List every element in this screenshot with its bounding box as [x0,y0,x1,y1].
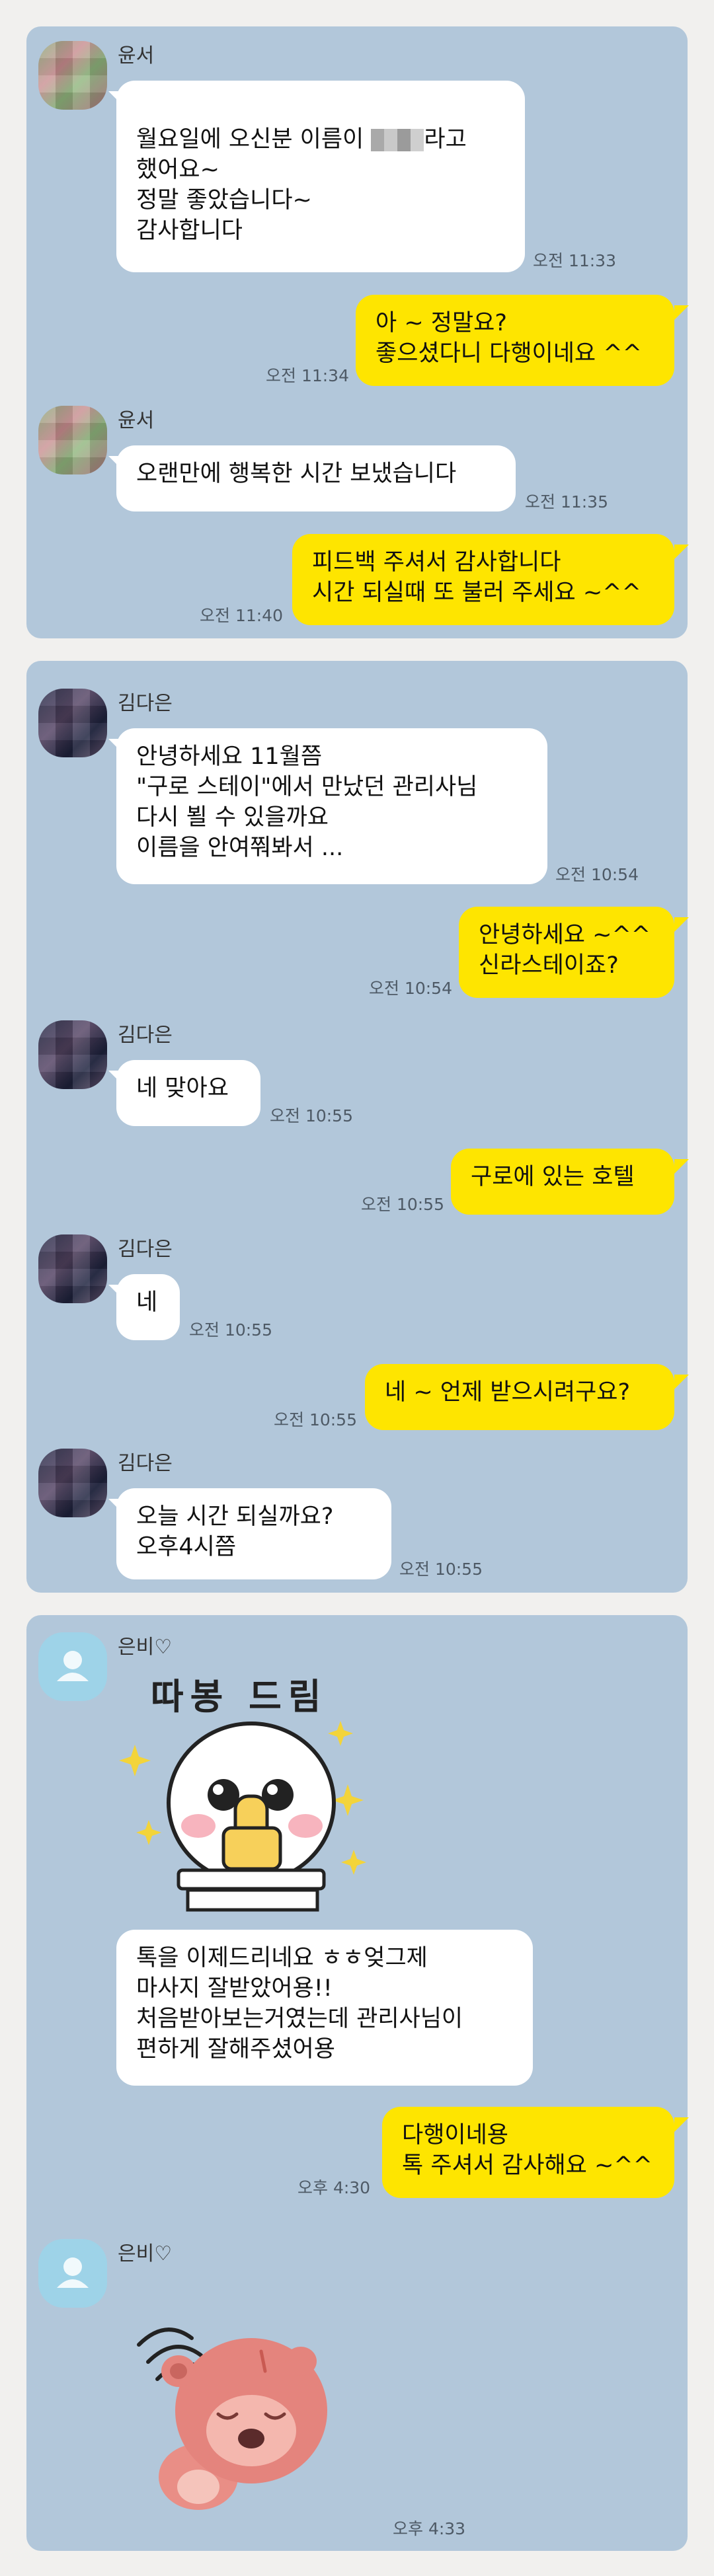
sticker-character-icon [119,1721,366,1912]
bubble-tail [674,305,689,320]
timestamp: 오전 11:35 [525,492,608,511]
sender-name: 은비♡ [118,2242,173,2265]
bubble-tail [108,1285,123,1299]
timestamp: 오전 11:40 [200,606,283,625]
avatar-yunseo[interactable] [38,406,107,474]
sender-name: 윤서 [118,44,155,67]
message-bubble-in[interactable]: 오랜만에 행복한 시간 보냈습니다 [116,445,516,511]
timestamp: 오전 10:54 [555,865,639,884]
message-bubble-in[interactable]: 월요일에 오신분 이름이 라고 했어요~ 정말 좋았습니다~ 감사합니다 [116,81,525,272]
bubble-tail [674,917,689,932]
timestamp: 오전 10:55 [189,1320,272,1340]
timestamp: 오전 10:55 [399,1560,483,1579]
beaver-sticker[interactable] [126,2298,350,2523]
message-bubble-in[interactable]: 네 [116,1274,180,1340]
censored-name-redaction [371,129,424,151]
message-bubble-in[interactable]: 네 맞아요 [116,1060,260,1126]
message-bubble-in[interactable]: 오늘 시간 되실까요? 오후4시쯤 [116,1488,391,1579]
avatar-kimdaeun[interactable] [38,1020,107,1089]
sender-name: 김다은 [118,1024,173,1047]
default-profile-icon [57,2257,89,2288]
chat-panel-1: 윤서 월요일에 오신분 이름이 라고 했어요~ 정말 좋았습니다~ 감사합니다 … [26,26,689,638]
sender-name: 김다은 [118,1238,173,1261]
timestamp: 오전 10:55 [274,1410,357,1429]
timestamp: 오후 4:33 [393,2519,466,2538]
message-bubble-out[interactable]: 아 ~ 정말요? 좋으셨다니 다행이네요 ^^ [356,295,674,386]
bubble-tail [674,2117,689,2132]
bubble-tail [674,545,689,559]
timestamp: 오전 10:55 [361,1195,444,1214]
message-bubble-out[interactable]: 피드백 주셔서 감사합니다 시간 되실때 또 불러 주세요 ~^^ [292,534,674,625]
chat-panel-2: 김다은 안녕하세요 11월쯤 "구로 스테이"에서 만났던 관리사님 다시 뵐 … [26,661,689,1593]
avatar-kimdaeun[interactable] [38,1234,107,1303]
sender-name: 윤서 [118,409,155,432]
avatar-yunseo[interactable] [38,41,107,110]
sender-name: 은비♡ [118,1636,173,1659]
message-bubble-out[interactable]: 안녕하세요 ~^^ 신라스테이죠? [459,907,674,998]
avatar-kimdaeun[interactable] [38,1449,107,1517]
bubble-tail [674,1159,689,1174]
message-bubble-out[interactable]: 구로에 있는 호텔 [451,1149,674,1215]
sticker-caption: 따봉 드림 [151,1676,328,1718]
default-profile-icon [57,1651,89,1681]
bubble-tail [108,739,123,753]
bubble-tail [674,1375,689,1389]
bubble-tail [108,91,123,106]
sender-name: 김다은 [118,1452,173,1475]
timestamp: 오전 11:34 [266,366,349,385]
message-bubble-out[interactable]: 다행이네용 톡 주셔서 감사해요 ~^^ [382,2107,674,2198]
sender-name: 김다은 [118,692,173,715]
bubble-tail [108,1499,123,1513]
thumbs-up-sticker[interactable]: 따봉 드림 [119,1667,397,1918]
message-text: 월요일에 오신분 이름이 [136,126,372,153]
message-bubble-out[interactable]: 네 ~ 언제 받으시려구요? [365,1364,674,1430]
timestamp: 오전 11:33 [533,251,616,270]
bubble-tail [108,1071,123,1085]
avatar-kimdaeun[interactable] [38,689,107,757]
timestamp: 오전 10:55 [270,1106,353,1125]
chat-panel-3: 은비♡ 따봉 드림 톡을 이제드리네요 ㅎㅎ엊그제 마사지 잘받았어용!! 처음… [26,1615,689,2551]
avatar-eunbi[interactable] [38,1632,107,1701]
timestamp: 오전 10:54 [369,979,452,998]
avatar-eunbi[interactable] [38,2239,107,2308]
message-bubble-in[interactable]: 안녕하세요 11월쯤 "구로 스테이"에서 만났던 관리사님 다시 뵐 수 있을… [116,728,547,884]
message-bubble-in[interactable]: 톡을 이제드리네요 ㅎㅎ엊그제 마사지 잘받았어용!! 처음받아보는거였는데 관… [116,1930,533,2086]
bubble-tail [108,456,123,471]
timestamp: 오후 4:30 [298,2178,371,2197]
